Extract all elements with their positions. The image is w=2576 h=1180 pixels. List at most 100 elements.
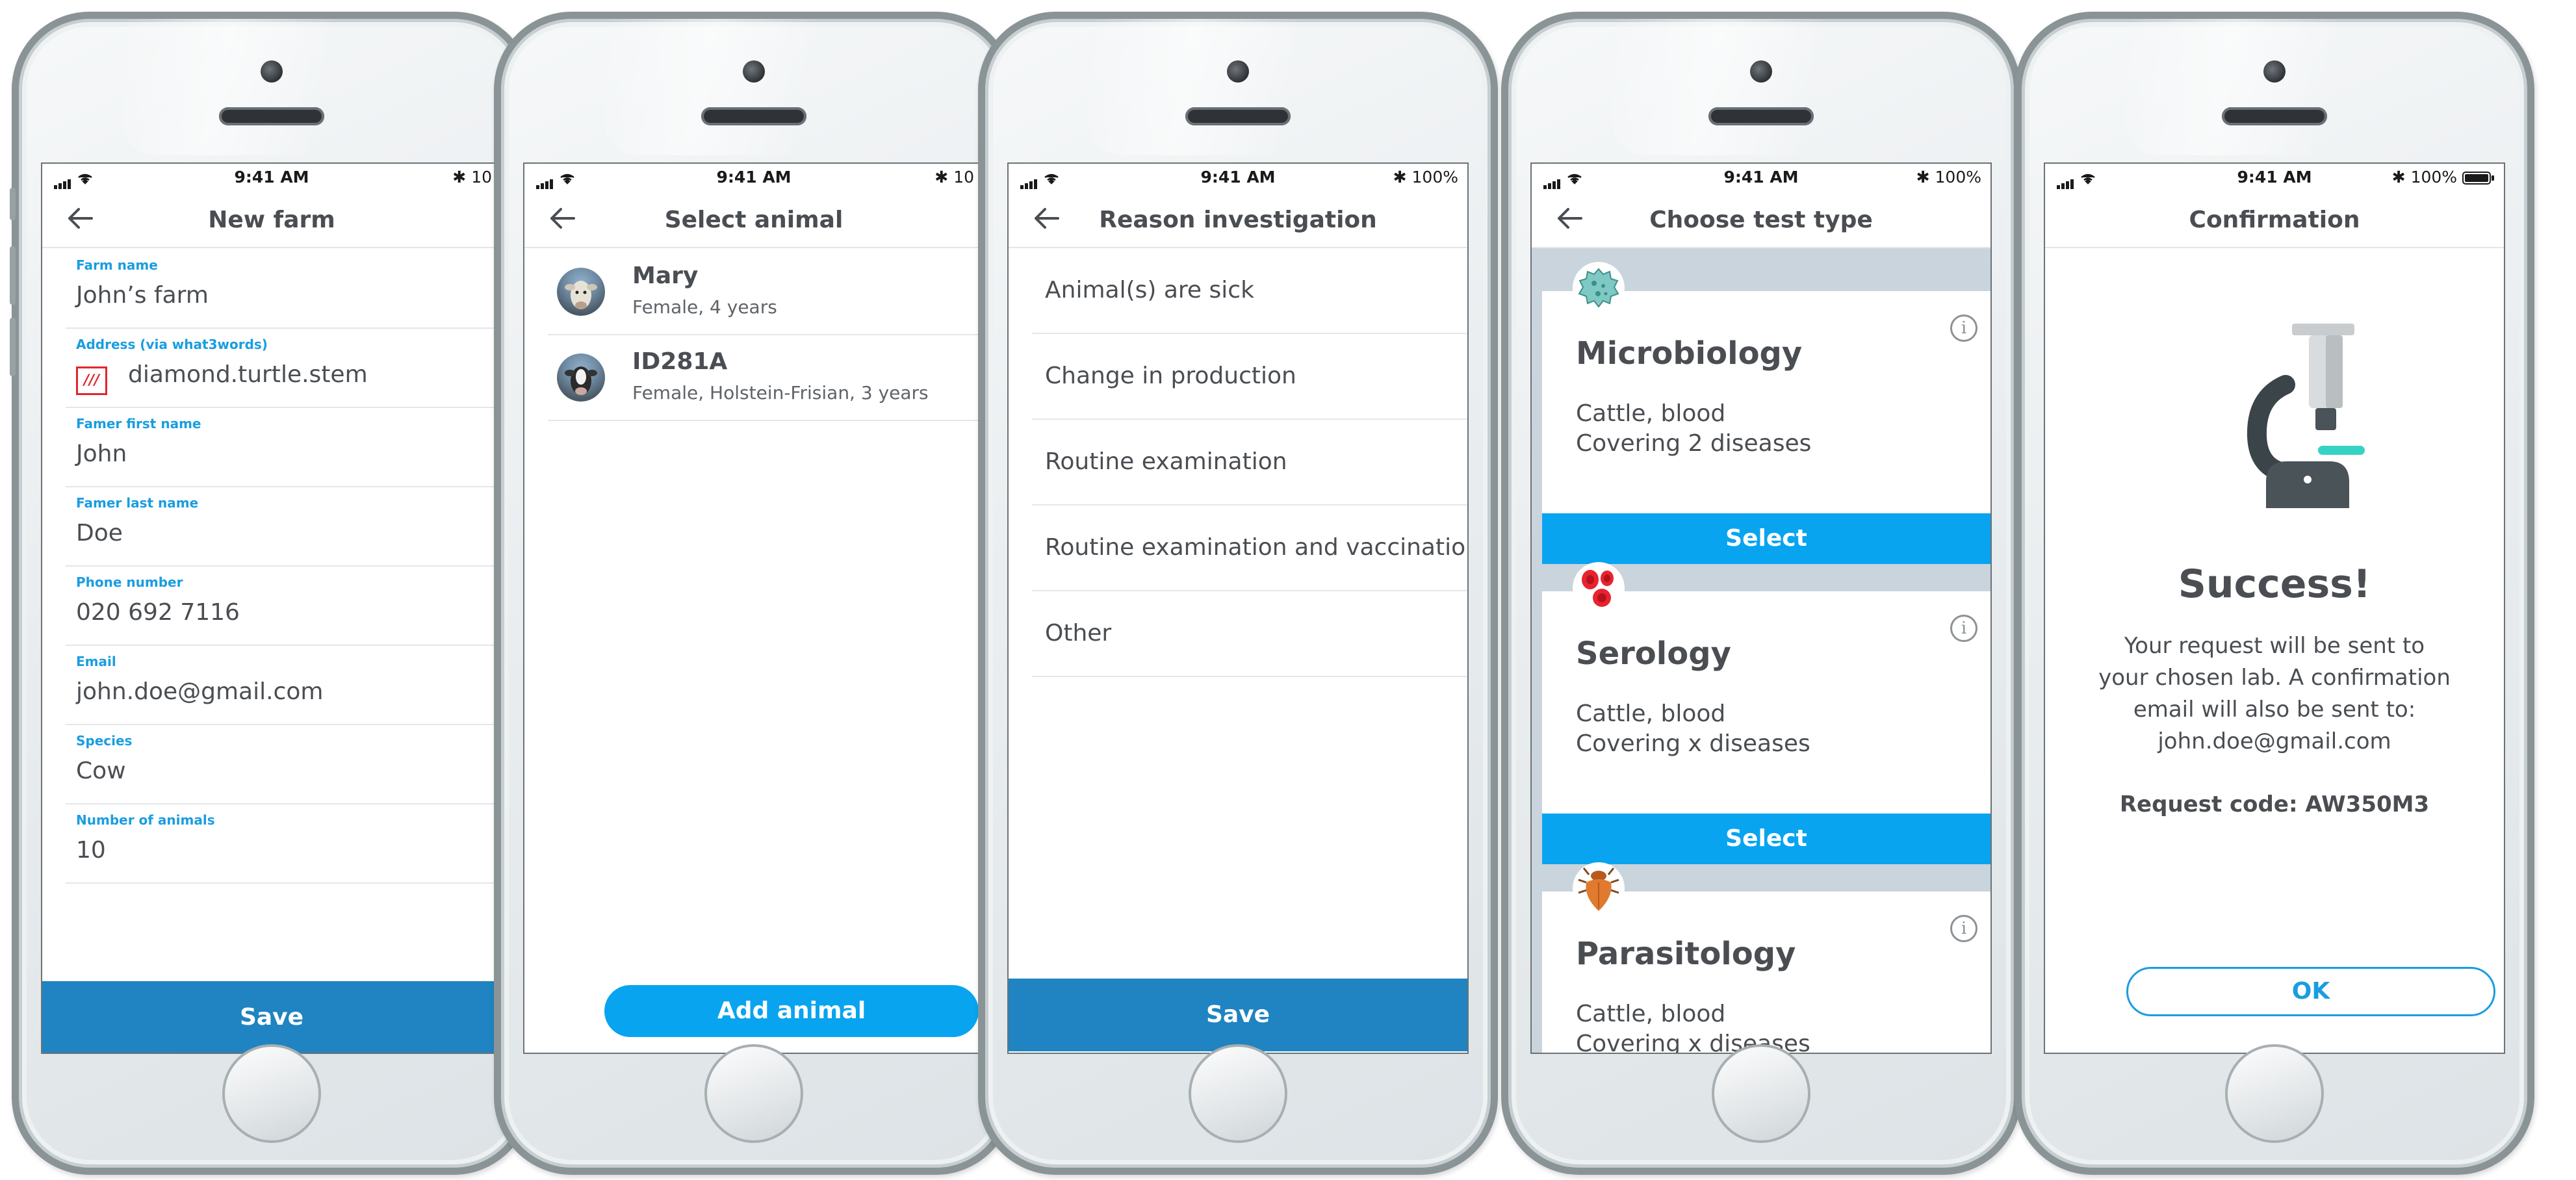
home-button bbox=[704, 1044, 803, 1143]
speaker-grille bbox=[701, 107, 806, 125]
front-camera bbox=[2263, 60, 2286, 83]
bluetooth-icon: ✱ bbox=[934, 168, 949, 186]
animal-name: Mary bbox=[632, 263, 699, 289]
message-line: your chosen lab. A confirmation bbox=[2098, 665, 2451, 691]
status-time: 9:41 AM bbox=[234, 168, 309, 186]
info-icon[interactable]: i bbox=[1950, 314, 1977, 342]
front-camera bbox=[261, 60, 283, 83]
test-detail: Covering x diseases bbox=[1576, 730, 1810, 757]
status-right: ✱ 100% bbox=[1916, 168, 1981, 186]
cow-avatar bbox=[557, 268, 605, 316]
field-label: Phone number bbox=[76, 574, 183, 590]
battery-percent: 100% bbox=[1935, 168, 1981, 186]
phone-frame-select-animal: 9:41 AM ✱ 10 Select animal Mary Female, … bbox=[494, 12, 1014, 1175]
nav-header: Reason investigation bbox=[1009, 190, 1467, 248]
front-camera bbox=[743, 60, 765, 83]
field-label: Famer last name bbox=[76, 495, 199, 511]
phone-frame-reason-investigation: 9:41 AM ✱ 100% Reason investigation Anim… bbox=[978, 12, 1498, 1175]
reason-option-routine-vaccination[interactable]: Routine examination and vaccination bbox=[1032, 506, 1467, 591]
ok-button[interactable]: OK bbox=[2126, 967, 2495, 1016]
species-field[interactable]: Species Cow bbox=[66, 724, 501, 804]
status-right: ✱ 100% bbox=[2392, 168, 2495, 186]
add-animal-button[interactable]: Add animal bbox=[604, 985, 979, 1037]
nav-header: Select animal bbox=[524, 190, 983, 248]
status-right: ✱ 10 bbox=[934, 168, 974, 186]
field-label: Famer first name bbox=[76, 416, 201, 431]
reason-label: Routine examination and vaccination bbox=[1045, 534, 1469, 561]
test-title: Parasitology bbox=[1576, 936, 1796, 972]
battery-percent: 10 bbox=[471, 168, 492, 186]
info-icon[interactable]: i bbox=[1950, 915, 1977, 942]
reason-label: Other bbox=[1045, 620, 1112, 647]
field-label: Email bbox=[76, 654, 116, 669]
message-line: email will also be sent to: bbox=[2133, 697, 2416, 723]
front-camera bbox=[1227, 60, 1249, 83]
field-label: Species bbox=[76, 733, 133, 749]
select-button[interactable]: Select bbox=[1542, 814, 1990, 864]
page-title: Select animal bbox=[664, 207, 844, 233]
home-button bbox=[1189, 1044, 1287, 1143]
home-button bbox=[2225, 1044, 2324, 1143]
test-detail: Cattle, blood bbox=[1576, 400, 1726, 427]
email-field[interactable]: Email john.doe@gmail.com bbox=[66, 645, 501, 725]
test-detail: Cattle, blood bbox=[1576, 1001, 1726, 1027]
confirmation-email: john.doe@gmail.com bbox=[2157, 728, 2391, 754]
animal-row-mary[interactable]: Mary Female, 4 years bbox=[548, 248, 983, 335]
field-label: Farm name bbox=[76, 257, 158, 273]
animal-detail: Female, Holstein-Frisian, 3 years bbox=[632, 382, 929, 404]
home-button bbox=[222, 1044, 321, 1143]
screen-select-animal: 9:41 AM ✱ 10 Select animal Mary Female, … bbox=[523, 162, 985, 1054]
success-heading: Success! bbox=[2178, 561, 2371, 607]
address-field[interactable]: Address (via what3words) /// diamond.tur… bbox=[66, 327, 501, 408]
speaker-grille bbox=[1708, 107, 1814, 125]
speaker-grille bbox=[1185, 107, 1291, 125]
field-value: john.doe@gmail.com bbox=[76, 678, 324, 705]
tick-parasite-icon bbox=[1573, 862, 1625, 914]
number-of-animals-field[interactable]: Number of animals 10 bbox=[66, 803, 501, 884]
phone-frame-confirmation: 9:41 AM ✱ 100% Confirmation Success! You… bbox=[2015, 12, 2534, 1175]
reason-option-sick[interactable]: Animal(s) are sick bbox=[1032, 248, 1467, 334]
bacteria-icon bbox=[1573, 262, 1625, 314]
battery-percent: 10 bbox=[953, 168, 974, 186]
last-name-field[interactable]: Famer last name Doe bbox=[66, 486, 501, 567]
screen-new-farm: 9:41 AM ✱ 10 New farm Farm name John’s f… bbox=[41, 162, 502, 1054]
screen-confirmation: 9:41 AM ✱ 100% Confirmation Success! You… bbox=[2044, 162, 2505, 1054]
screen-reason-investigation: 9:41 AM ✱ 100% Reason investigation Anim… bbox=[1007, 162, 1469, 1054]
blood-cells-icon bbox=[1573, 562, 1625, 614]
field-value: John’s farm bbox=[76, 282, 209, 309]
phone-frame-new-farm: 9:41 AM ✱ 10 New farm Farm name John’s f… bbox=[10, 12, 532, 1175]
phone-number-field[interactable]: Phone number 020 692 7116 bbox=[66, 565, 501, 646]
field-value: John bbox=[76, 441, 127, 467]
cow-avatar bbox=[557, 353, 605, 402]
page-title: Choose test type bbox=[1649, 207, 1873, 233]
field-label: Address (via what3words) bbox=[76, 337, 268, 352]
select-button[interactable]: Select bbox=[1542, 513, 1990, 564]
save-button[interactable]: Save bbox=[1009, 979, 1467, 1051]
farm-name-field[interactable]: Farm name John’s farm bbox=[66, 248, 501, 329]
speaker-grille bbox=[2222, 107, 2327, 125]
field-value: 020 692 7116 bbox=[76, 599, 240, 626]
info-icon[interactable]: i bbox=[1950, 615, 1977, 642]
message-line: Your request will be sent to bbox=[2124, 633, 2425, 659]
test-detail: Covering 2 diseases bbox=[1576, 430, 1812, 457]
screen-choose-test-type: 9:41 AM ✱ 100% Choose test type i Microb… bbox=[1530, 162, 1992, 1054]
page-title: Confirmation bbox=[2189, 207, 2360, 233]
test-card-serology: i Serology Cattle, blood Covering x dise… bbox=[1542, 591, 1990, 864]
reason-option-production[interactable]: Change in production bbox=[1032, 334, 1467, 420]
home-button bbox=[1712, 1044, 1810, 1143]
battery-percent: 100% bbox=[2410, 168, 2458, 186]
first-name-field[interactable]: Famer first name John bbox=[66, 407, 501, 487]
save-button[interactable]: Save bbox=[42, 981, 501, 1053]
animal-name: ID281A bbox=[632, 348, 728, 375]
phone-frame-choose-test-type: 9:41 AM ✱ 100% Choose test type i Microb… bbox=[1501, 12, 2021, 1175]
nav-header: Choose test type bbox=[1532, 190, 1990, 248]
reason-label: Animal(s) are sick bbox=[1045, 277, 1254, 303]
test-title: Serology bbox=[1576, 635, 1731, 672]
page-title: New farm bbox=[208, 207, 335, 233]
animal-row-id281a[interactable]: ID281A Female, Holstein-Frisian, 3 years bbox=[548, 334, 983, 421]
bluetooth-icon: ✱ bbox=[1393, 168, 1407, 186]
reason-option-other[interactable]: Other bbox=[1032, 591, 1467, 677]
bluetooth-icon: ✱ bbox=[2391, 168, 2406, 186]
reason-option-routine[interactable]: Routine examination bbox=[1032, 420, 1467, 506]
field-value: diamond.turtle.stem bbox=[128, 361, 368, 388]
